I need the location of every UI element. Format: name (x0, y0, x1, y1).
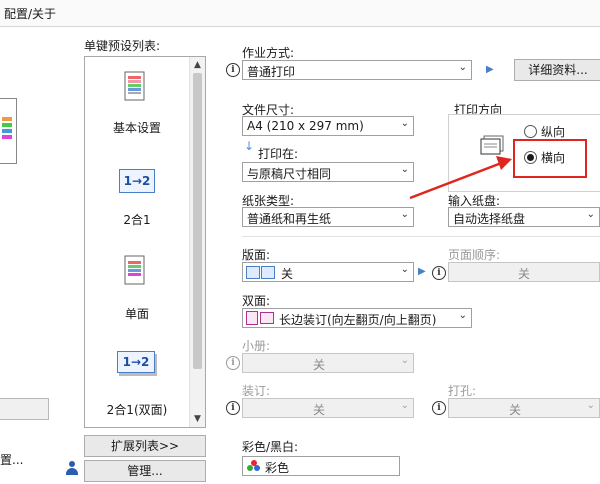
scroll-thumb[interactable] (193, 73, 202, 369)
duplex-label: 双面: (242, 294, 271, 308)
chevron-down-icon: ⌄ (586, 209, 595, 220)
preset-scrollbar[interactable]: ▲ ▼ (189, 57, 205, 427)
preset-label: 基本设置 (112, 121, 161, 135)
booklet-select[interactable]: 关 ⌄ (242, 353, 414, 373)
punch-select[interactable]: 关 ⌄ (448, 398, 600, 418)
binding-select[interactable]: 关 ⌄ (242, 398, 414, 418)
manage-button[interactable]: 管理... (84, 460, 206, 482)
scroll-down-icon[interactable]: ▼ (190, 412, 205, 426)
two-in-one-icon: 1→2 (119, 169, 155, 193)
portrait-radio[interactable] (524, 125, 537, 138)
booklet-label: 小册: (242, 339, 271, 353)
punch-label: 打孔: (448, 384, 477, 398)
chevron-down-icon: ⌄ (400, 400, 409, 411)
document-icon (124, 71, 145, 101)
tab-config-about[interactable]: 配置/关于 (4, 5, 56, 22)
expand-list-button[interactable]: 扩展列表>> (84, 435, 206, 457)
paper-type-select[interactable]: 普通纸和再生纸 ⌄ (242, 207, 414, 227)
page-order-select[interactable]: 关 (448, 262, 600, 282)
input-tray-select[interactable]: 自动选择纸盘 ⌄ (448, 207, 600, 227)
info-icon[interactable]: i (226, 356, 240, 370)
play-icon: ▶ (486, 64, 494, 75)
file-size-select[interactable]: A4 (210 x 297 mm) ⌄ (242, 116, 414, 136)
play-icon: ▶ (418, 266, 426, 277)
chevron-down-icon: ⌄ (458, 310, 467, 321)
page-preview (0, 98, 17, 164)
print-on-label: 打印在: (258, 147, 299, 161)
highlight-box (513, 139, 587, 178)
binding-label: 装订: (242, 384, 271, 398)
chevron-down-icon: ⌄ (400, 355, 409, 366)
layout-select[interactable]: 关 ⌄ (242, 262, 414, 282)
chevron-down-icon: ⌄ (400, 118, 409, 129)
page-order-label: 页面顺序: (448, 248, 501, 262)
scroll-up-icon[interactable]: ▲ (190, 58, 205, 72)
separator (242, 236, 600, 237)
info-icon[interactable]: i (432, 401, 446, 415)
info-icon[interactable]: i (226, 401, 240, 415)
chevron-down-icon: ⌄ (400, 264, 409, 275)
preset-label: 单面 (124, 307, 149, 321)
preset-list[interactable]: 基本设置 1→2 2合1 单面 1→2 2合1(双面) ▲ ▼ (84, 56, 206, 428)
info-icon[interactable]: i (226, 63, 240, 77)
preset-label: 2合1 (123, 213, 151, 227)
color-select[interactable]: 彩色 (242, 456, 400, 476)
portrait-label: 纵向 (541, 125, 566, 139)
left-panel-button[interactable] (0, 398, 49, 420)
two-in-one-duplex-icon: 1→2 (117, 351, 155, 373)
preset-label: 2合1(双面) (106, 403, 168, 417)
layout-icon (246, 266, 276, 279)
chevron-down-icon: ⌄ (458, 62, 467, 73)
user-icon (66, 461, 78, 477)
job-select[interactable]: 普通打印 ⌄ (242, 60, 472, 80)
single-sided-icon (124, 255, 145, 285)
info-icon[interactable]: i (432, 266, 446, 280)
chevron-down-icon: ⌄ (400, 209, 409, 220)
chevron-down-icon: ⌄ (586, 400, 595, 411)
layout-label: 版面: (242, 248, 271, 262)
job-label: 作业方式: (242, 46, 295, 60)
print-on-select[interactable]: 与原稿尺寸相同 ⌄ (242, 162, 414, 182)
duplex-icon (246, 311, 276, 325)
color-label: 彩色/黑白: (242, 440, 299, 454)
duplex-select[interactable]: 长边装订(向左翻页/向上翻页) ⌄ (242, 308, 472, 328)
details-button[interactable]: 详细资料... (514, 59, 600, 81)
arrow-down-icon: ↓ (244, 139, 255, 153)
color-dots-icon (247, 460, 261, 472)
preset-list-title: 单键预设列表: (84, 39, 161, 53)
left-more-label[interactable]: 置... (0, 451, 23, 468)
tab-strip: 配置/关于 (0, 0, 600, 27)
